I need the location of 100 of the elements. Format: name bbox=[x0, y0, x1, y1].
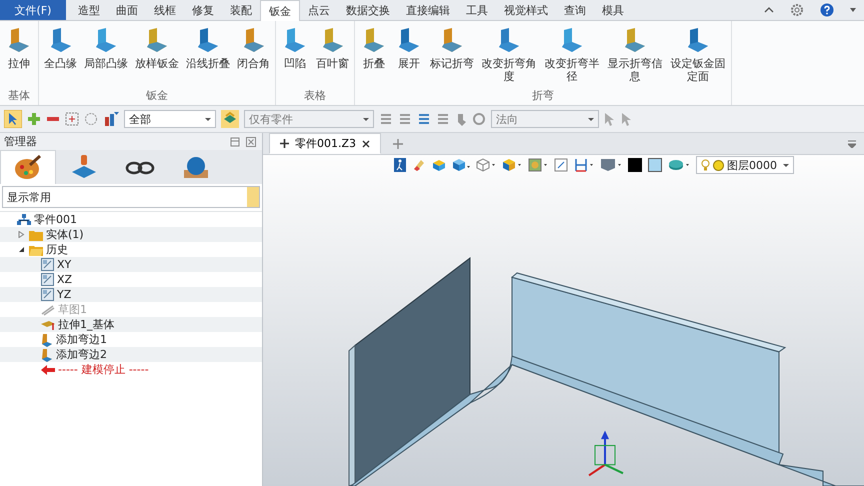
ribbon-tab[interactable]: 修复 bbox=[184, 0, 222, 20]
ribbon-button[interactable]: 展开 bbox=[392, 23, 426, 89]
manager-tab[interactable] bbox=[0, 150, 56, 184]
axis-triad-icon bbox=[588, 430, 624, 476]
ribbon-button[interactable]: 全凸缘 bbox=[41, 23, 80, 89]
ribbon-button[interactable]: 改变折弯角度 bbox=[478, 23, 540, 89]
exit-icon[interactable] bbox=[394, 158, 406, 172]
ribbon-button[interactable]: 放样钣金 bbox=[132, 23, 182, 89]
layer-combo[interactable]: 图层0000 bbox=[696, 156, 794, 174]
ribbon-tab[interactable]: 钣金 bbox=[260, 0, 300, 21]
tree-item[interactable]: ----- 建模停止 ----- bbox=[58, 362, 149, 377]
ribbon-tab[interactable]: 点云 bbox=[300, 0, 338, 20]
pointer-icon[interactable] bbox=[4, 110, 22, 128]
ribbon-tab[interactable]: 视觉样式 bbox=[496, 0, 556, 20]
tree-item[interactable]: 添加弯边2 bbox=[56, 347, 107, 362]
lasso-icon[interactable] bbox=[84, 112, 98, 126]
document-tab[interactable]: 零件001.Z3 bbox=[269, 133, 382, 154]
rotate-icon[interactable] bbox=[472, 112, 486, 126]
eraser-icon[interactable] bbox=[412, 158, 426, 172]
ribbon-button[interactable]: 改变折弯半径 bbox=[541, 23, 603, 89]
stamp-icon bbox=[70, 154, 98, 180]
expanded-arrow-icon[interactable] bbox=[18, 246, 25, 253]
ribbon-tab[interactable]: 查询 bbox=[556, 0, 594, 20]
plus-icon[interactable] bbox=[27, 112, 41, 126]
filter-combo[interactable]: 全部 bbox=[124, 110, 216, 128]
sketch-icon bbox=[41, 304, 55, 316]
ribbon-tab[interactable]: 装配 bbox=[222, 0, 260, 20]
puck-icon[interactable] bbox=[668, 158, 690, 172]
bracket-icon bbox=[41, 348, 53, 362]
ribbon-button[interactable]: 百叶窗 bbox=[313, 23, 352, 89]
ribbon-button[interactable]: 显示折弯信息 bbox=[604, 23, 666, 89]
ribbon-tab[interactable]: 数据交换 bbox=[338, 0, 398, 20]
palette-icon bbox=[14, 154, 42, 180]
help-icon[interactable] bbox=[820, 3, 834, 17]
ribbon-tab[interactable]: 直接编辑 bbox=[398, 0, 458, 20]
display-combo[interactable]: 显示常用 bbox=[2, 186, 260, 208]
ribbon-group-label: 表格 bbox=[304, 89, 326, 104]
close-icon[interactable] bbox=[362, 140, 370, 148]
box-select-icon[interactable] bbox=[65, 112, 79, 126]
ribbon-group-label: 基体 bbox=[8, 89, 30, 104]
direction-combo[interactable]: 法向 bbox=[491, 110, 599, 128]
plane-icon bbox=[41, 273, 54, 286]
tree-item[interactable]: 添加弯边1 bbox=[56, 332, 107, 347]
bulb-icon bbox=[701, 159, 710, 171]
ribbon-button[interactable]: 设定钣金固定面 bbox=[667, 23, 729, 89]
ribbon-tab[interactable]: 工具 bbox=[458, 0, 496, 20]
settings-icon[interactable] bbox=[790, 3, 804, 17]
folder-icon bbox=[29, 228, 43, 240]
render-icon[interactable] bbox=[528, 158, 548, 172]
cursor-icon[interactable] bbox=[604, 112, 616, 126]
ribbon-group-label: 钣金 bbox=[146, 89, 168, 104]
ribbon-button[interactable]: 局部凸缘 bbox=[81, 23, 131, 89]
ribbon-button[interactable]: 凹陷 bbox=[278, 23, 312, 89]
new-tab-icon[interactable] bbox=[393, 138, 404, 148]
list-icon[interactable] bbox=[398, 112, 412, 126]
extrude-icon bbox=[41, 318, 55, 330]
part-filter-icon[interactable] bbox=[221, 110, 239, 128]
ribbon-button[interactable]: 拉伸 bbox=[2, 23, 36, 89]
plane-icon bbox=[41, 288, 54, 301]
cube-icon[interactable] bbox=[452, 158, 470, 172]
swatch-icon[interactable] bbox=[628, 158, 642, 172]
ribbon-group-label: 折弯 bbox=[532, 89, 554, 104]
cube-icon[interactable] bbox=[432, 158, 446, 172]
ribbon-button[interactable]: 沿线折叠 bbox=[183, 23, 233, 89]
ribbon-button[interactable]: 标记折弯 bbox=[427, 23, 477, 89]
swatch-icon[interactable] bbox=[648, 158, 662, 172]
ribbon-tab[interactable]: 线框 bbox=[146, 0, 184, 20]
cube-icon[interactable] bbox=[502, 158, 522, 172]
ribbon-tab[interactable]: 模具 bbox=[594, 0, 632, 20]
part-icon bbox=[17, 214, 31, 226]
caret-icon[interactable] bbox=[848, 140, 856, 148]
cursor-icon[interactable] bbox=[621, 112, 633, 126]
tree-item[interactable]: YZ bbox=[57, 288, 72, 301]
part-combo[interactable]: 仅有零件 bbox=[244, 110, 374, 128]
ribbon-button[interactable]: 闭合角 bbox=[234, 23, 273, 89]
ribbon-tab[interactable]: 曲面 bbox=[108, 0, 146, 20]
circle-icon bbox=[713, 160, 724, 170]
plus-icon bbox=[280, 139, 289, 148]
ribbon-tab[interactable]: 造型 bbox=[70, 0, 108, 20]
list-icon[interactable] bbox=[417, 112, 431, 126]
list-icon[interactable] bbox=[436, 112, 450, 126]
list-icon[interactable] bbox=[379, 112, 393, 126]
arrow-left-icon bbox=[41, 364, 55, 374]
filter-icon[interactable] bbox=[103, 111, 119, 127]
bracket-icon bbox=[41, 332, 53, 346]
wire-cube-icon[interactable] bbox=[476, 158, 496, 172]
globe-icon bbox=[182, 154, 210, 180]
file-menu-button[interactable]: 文件(F) bbox=[0, 0, 66, 20]
tree-item[interactable]: 实体(1) bbox=[46, 227, 84, 242]
tree-item[interactable]: XY bbox=[57, 258, 72, 271]
restore-icon[interactable] bbox=[230, 136, 240, 146]
section-icon[interactable] bbox=[574, 158, 594, 172]
caret-icon[interactable] bbox=[850, 8, 856, 12]
collapsed-arrow-icon[interactable] bbox=[18, 231, 25, 238]
tree-item[interactable]: 零件001 bbox=[34, 212, 77, 227]
tree-item[interactable]: XZ bbox=[57, 273, 72, 286]
collapse-ribbon-icon[interactable] bbox=[764, 6, 774, 14]
tree-item[interactable]: 历史 bbox=[46, 242, 68, 257]
ribbon-button[interactable]: 折叠 bbox=[357, 23, 391, 89]
zoom-fit-icon[interactable] bbox=[554, 158, 568, 172]
